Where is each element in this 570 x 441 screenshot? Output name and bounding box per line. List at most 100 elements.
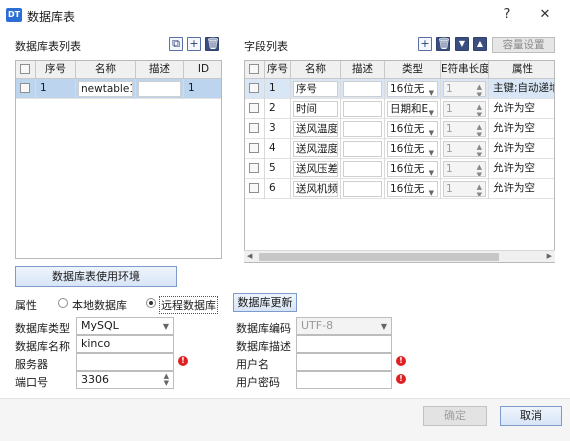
row-type-select[interactable]: 日期和E ▼ [387,101,438,117]
row-name-input[interactable]: 时间 [293,101,338,117]
row-name-input[interactable]: newtable1 [78,81,133,97]
row-length-stepper[interactable]: 1 ▲ ▼ [443,161,486,177]
add-table-icon[interactable]: + [187,37,201,51]
add-field-icon[interactable]: + [418,37,432,51]
db-desc-input[interactable] [296,335,392,353]
delete-table-icon[interactable]: 🗑 [205,37,220,51]
row-checkbox[interactable] [249,163,259,173]
username-input[interactable] [296,353,392,371]
field-row[interactable]: 3 送风温度 16位无 ▼ 1 ▲ ▼ 允许为空 [245,119,554,139]
row-length-stepper[interactable]: 1 ▲ ▼ [443,141,486,157]
cancel-button[interactable]: 取消 [500,406,562,426]
horizontal-scrollbar[interactable]: ◀ ▶ [244,250,555,262]
db-name-input[interactable]: kinco [76,335,174,353]
col-attr: 属性 [512,63,533,75]
move-up-icon[interactable]: ▲ [473,37,487,51]
capacity-settings-button[interactable]: 容量设置 [492,37,555,53]
row-name-input[interactable]: 序号 [293,81,338,97]
row-type-select[interactable]: 16位无 ▼ [387,81,438,97]
table-row[interactable]: 1 newtable1 1 [16,79,221,99]
row-attr: 允许为空 [493,182,535,194]
field-row[interactable]: 2 时间 日期和E ▼ 1 ▲ ▼ 允许为空 [245,99,554,119]
row-checkbox[interactable] [249,123,259,133]
row-desc-input[interactable] [343,161,382,177]
close-button[interactable]: ✕ [532,4,558,26]
field-row[interactable]: 1 序号 16位无 ▼ 1 ▲ ▼ 主键;自动递增 [245,79,554,99]
row-length-stepper[interactable]: 1 ▲ ▼ [443,101,486,117]
db-name-label: 数据库名称 [15,340,70,353]
copy-table-icon[interactable]: ⧉ [169,37,183,51]
spinner-icon: ▲ ▼ [476,183,482,197]
row-seq: 3 [265,119,291,139]
col-desc: 描述 [136,61,184,79]
row-attr: 允许为空 [493,162,535,174]
col-id: ID [197,63,210,75]
row-checkbox[interactable] [249,143,259,153]
spinner-icon: ▲ ▼ [476,103,482,117]
row-length-stepper[interactable]: 1 ▲ ▼ [443,81,486,97]
row-seq: 2 [265,99,291,119]
row-length-stepper[interactable]: 1 ▲ ▼ [443,181,486,197]
row-seq: 4 [265,139,291,159]
ok-button[interactable]: 确定 [423,406,487,426]
local-db-radio[interactable] [58,298,68,308]
field-list-label: 字段列表 [244,40,288,53]
field-row[interactable]: 6 送风机频率 16位无▼ 1▲▼ 允许为空 [245,179,554,199]
server-input[interactable] [76,353,174,371]
row-name-input[interactable]: 送风湿度 [293,141,338,157]
remote-db-label[interactable]: 远程数据库 [159,296,218,314]
row-type-select[interactable]: 16位无 ▼ [387,161,438,177]
encoding-select[interactable]: UTF-8 ▼ [296,317,392,335]
row-attr: 允许为空 [493,142,535,154]
row-checkbox[interactable] [249,83,259,93]
table-environment-button[interactable]: 数据库表使用环境 [15,266,177,287]
remote-db-radio[interactable] [146,298,156,308]
row-name-input[interactable]: 送风机频率 [293,181,338,197]
field-row[interactable]: 4 送风湿度 16位无 ▼ 1 ▲ ▼ 允许为空 [245,139,554,159]
db-update-button[interactable]: 数据库更新 [233,293,297,312]
row-desc-input[interactable] [343,101,382,117]
username-warning-icon: ! [396,356,406,366]
scrollbar-thumb[interactable] [259,253,499,261]
local-db-label[interactable]: 本地数据库 [72,297,127,313]
select-all-fields-checkbox[interactable] [249,64,259,74]
row-desc-input[interactable] [343,121,382,137]
row-type-select[interactable]: 16位无 ▼ [387,181,438,197]
row-attr: 允许为空 [493,102,535,114]
username-label: 用户名 [236,358,269,371]
row-checkbox[interactable] [249,103,259,113]
move-down-icon[interactable]: ▼ [455,37,469,51]
row-name-input[interactable]: 送风温度 [293,121,338,137]
field-row[interactable]: 5 送风压差 16位无 ▼ 1 ▲ ▼ 允许为空 [245,159,554,179]
row-type-select[interactable]: 16位无 ▼ [387,121,438,137]
row-length-stepper[interactable]: 1 ▲ ▼ [443,121,486,137]
port-stepper[interactable]: 3306 ▲ ▼ [76,371,174,389]
dropdown-arrow-icon: ▼ [428,129,434,137]
col-seq: 序号 [265,61,291,79]
row-desc-input[interactable] [343,141,382,157]
table-list-label: 数据库表列表 [15,40,81,53]
row-checkbox[interactable] [249,183,259,193]
row-seq: 6 [265,179,291,199]
row-desc-input[interactable] [343,181,382,197]
table-list-grid: 序号 名称 描述 ID 1 newtable1 1 [15,60,222,259]
row-type-select[interactable]: 16位无 ▼ [387,141,438,157]
port-label: 端口号 [15,376,48,389]
scroll-right-icon[interactable]: ▶ [547,252,552,260]
db-type-label: 数据库类型 [15,322,70,335]
row-desc-input[interactable] [343,81,382,97]
scroll-left-icon[interactable]: ◀ [247,252,252,260]
spinner-icon: ▲ ▼ [476,123,482,137]
row-seq: 5 [265,159,291,179]
select-all-checkbox[interactable] [20,64,30,74]
delete-field-icon[interactable]: 🗑 [436,37,451,51]
help-button[interactable]: ? [494,4,520,26]
password-input[interactable] [296,371,392,389]
server-label: 服务器 [15,358,48,371]
row-desc-input[interactable] [138,81,181,97]
row-checkbox[interactable] [20,83,30,93]
row-name-input[interactable]: 送风压差 [293,161,338,177]
db-type-select[interactable]: MySQL ▼ [76,317,174,335]
spinner-icon: ▲ ▼ [476,163,482,177]
password-label: 用户密码 [236,376,280,389]
